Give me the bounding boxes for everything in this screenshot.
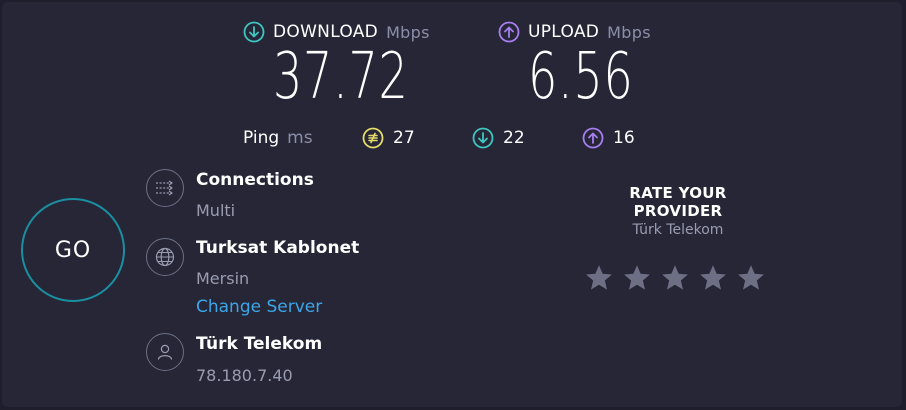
rate-provider-name: Türk Telekom: [632, 222, 724, 238]
download-arrow-icon: [472, 127, 494, 149]
connections-value: Multi: [196, 201, 236, 220]
upload-arrow-icon: [498, 21, 520, 43]
ping-label: Ping: [243, 128, 280, 148]
ping-unit: ms: [287, 128, 313, 148]
upload-arrow-icon: [582, 127, 604, 149]
ping-download-value: 22: [503, 128, 525, 148]
star-icon[interactable]: [736, 262, 766, 294]
download-arrow-icon: [243, 21, 265, 43]
ping-upload: 16: [582, 125, 635, 151]
download-unit: Mbps: [386, 22, 430, 42]
rate-title: RATE YOUR PROVIDER: [629, 184, 727, 220]
upload-value: 6.56: [528, 40, 634, 114]
ping-label-group: Ping ms: [243, 125, 313, 151]
provider-name: Türk Telekom: [196, 334, 323, 354]
star-icon[interactable]: [584, 262, 614, 294]
change-server-link[interactable]: Change Server: [196, 297, 322, 317]
go-button[interactable]: GO: [21, 198, 125, 302]
ping-idle-value: 27: [393, 128, 415, 148]
upload-unit: Mbps: [607, 22, 651, 42]
user-icon: [146, 333, 184, 371]
provider-ip: 78.180.7.40: [196, 366, 293, 385]
star-icon[interactable]: [698, 262, 728, 294]
speedtest-panel: [2, 2, 902, 407]
rating-stars: [584, 262, 766, 294]
ping-upload-value: 16: [613, 128, 635, 148]
connections-title: Connections: [196, 170, 314, 190]
upload-label: UPLOAD: [528, 22, 600, 42]
idle-ping-icon: [362, 127, 384, 149]
download-value: 37.72: [273, 40, 409, 114]
ping-idle: 27: [362, 125, 415, 151]
star-icon[interactable]: [622, 262, 652, 294]
globe-icon: [146, 238, 184, 276]
connections-icon: [146, 169, 184, 207]
download-label: DOWNLOAD: [273, 22, 379, 42]
star-icon[interactable]: [660, 262, 690, 294]
server-location: Mersin: [196, 269, 250, 288]
server-name: Turksat Kablonet: [196, 238, 360, 258]
ping-download: 22: [472, 125, 525, 151]
